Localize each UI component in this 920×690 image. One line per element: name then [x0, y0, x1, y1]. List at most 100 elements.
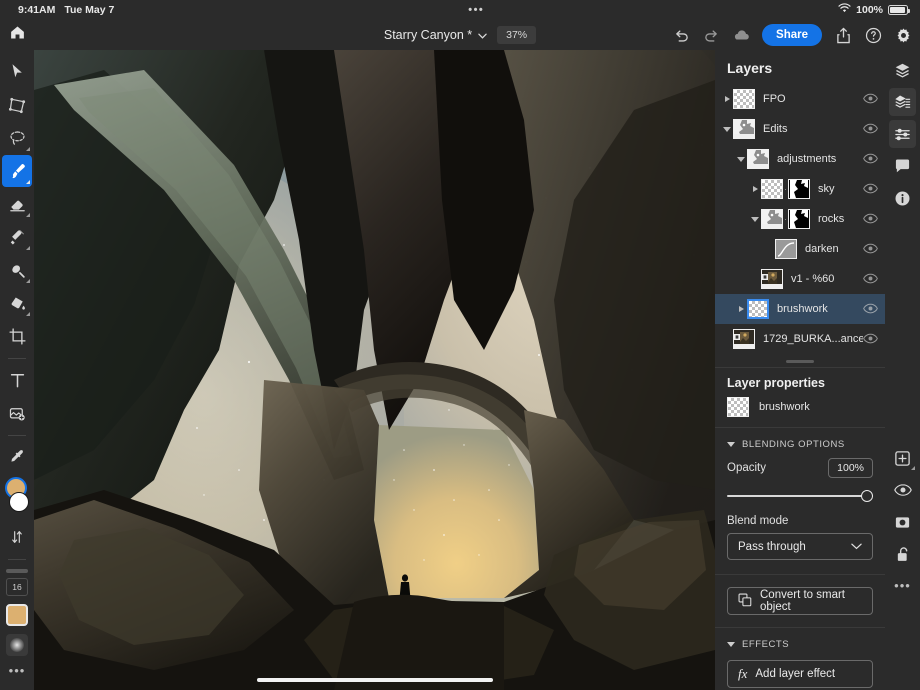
tool-flyout-indicator — [26, 147, 30, 151]
document-title-button[interactable]: Starry Canyon * — [384, 28, 487, 42]
soft-round-brush-icon[interactable] — [6, 634, 28, 656]
eye-visibility-icon[interactable] — [863, 121, 879, 137]
lock-layer-button[interactable] — [889, 540, 916, 568]
layer-properties-toggle[interactable] — [889, 88, 916, 116]
eye-visibility-icon[interactable] — [863, 181, 879, 197]
tool-options-grip[interactable] — [6, 569, 28, 573]
blending-options-section-header[interactable]: BLENDING OPTIONS — [715, 428, 885, 458]
transform-tool[interactable] — [2, 89, 32, 121]
brush-tool[interactable] — [2, 155, 32, 187]
add-square-icon — [894, 450, 911, 467]
opacity-slider[interactable] — [727, 489, 873, 503]
layer-name: rocks — [818, 213, 863, 225]
eye-visibility-icon[interactable] — [863, 271, 879, 287]
eraser-tool[interactable] — [2, 188, 32, 220]
convert-to-smart-object-button[interactable]: Convert to smart object — [727, 587, 873, 615]
tool-flyout-indicator — [26, 213, 30, 217]
color-swatches[interactable] — [2, 477, 32, 519]
disclosure-triangle[interactable] — [721, 84, 733, 114]
chevron-down-icon — [727, 442, 735, 447]
more-horizontal-icon[interactable]: ••• — [9, 666, 26, 676]
redo-button[interactable] — [702, 26, 720, 44]
disclosure-triangle[interactable] — [749, 204, 761, 234]
layer-visibility-button[interactable] — [889, 476, 916, 504]
sliders-icon — [894, 126, 911, 143]
layer-thumbnail[interactable] — [761, 209, 783, 229]
layer-name: adjustments — [777, 153, 863, 165]
disclosure-triangle[interactable] — [735, 294, 747, 324]
layers-panel-toggle[interactable] — [889, 56, 916, 84]
zoom-level-chip[interactable]: 37% — [497, 26, 536, 44]
layer-thumbnail[interactable] — [733, 329, 755, 349]
swap-colors-button[interactable] — [2, 521, 32, 553]
blend-mode-select[interactable]: Pass through — [727, 533, 873, 560]
add-layer-effect-button[interactable]: fx Add layer effect — [727, 660, 873, 688]
eye-visibility-icon[interactable] — [863, 151, 879, 167]
layer-thumbnail[interactable] — [733, 119, 755, 139]
eye-visibility-icon[interactable] — [863, 91, 879, 107]
layer-row-edits[interactable]: Edits — [715, 114, 885, 144]
eye-visibility-icon[interactable] — [863, 241, 879, 257]
active-color-chip[interactable] — [6, 604, 28, 626]
right-rail: ••• — [885, 50, 920, 690]
layer-mask-thumbnail[interactable] — [788, 179, 810, 199]
image-canvas[interactable] — [34, 50, 715, 690]
layer-thumbnail[interactable] — [761, 269, 783, 289]
eye-visibility-icon[interactable] — [863, 301, 879, 317]
fill-tool[interactable] — [2, 287, 32, 319]
layer-row-1729-burka-anced-nr33[interactable]: 1729_BURKA...anced-NR33 — [715, 324, 885, 354]
disclosure-triangle[interactable] — [749, 174, 761, 204]
drag-grip-handle[interactable] — [786, 360, 814, 363]
layer-row-darken[interactable]: darken — [715, 234, 885, 264]
eye-visibility-icon[interactable] — [863, 331, 879, 347]
cloud-sync-button[interactable] — [732, 26, 750, 44]
eyedropper-tool[interactable] — [2, 441, 32, 473]
layer-thumbnail[interactable] — [747, 299, 769, 319]
heal-tool[interactable] — [2, 254, 32, 286]
settings-button[interactable] — [894, 26, 912, 44]
clone-stamp-tool[interactable] — [2, 221, 32, 253]
more-options-button[interactable]: ••• — [889, 572, 916, 600]
share-button[interactable]: Share — [762, 24, 822, 46]
type-tool[interactable] — [2, 364, 32, 396]
layer-thumbnail[interactable] — [747, 149, 769, 169]
eye-visibility-icon[interactable] — [863, 211, 879, 227]
move-tool[interactable] — [2, 56, 32, 88]
adjustments-toggle[interactable] — [889, 120, 916, 148]
layer-row-brushwork[interactable]: brushwork — [715, 294, 885, 324]
undo-button[interactable] — [672, 26, 690, 44]
battery-full-icon — [888, 5, 908, 15]
document-title-text: Starry Canyon * — [384, 28, 472, 42]
help-button[interactable] — [864, 26, 882, 44]
opacity-slider-knob[interactable] — [861, 490, 873, 502]
layer-row-v1-60[interactable]: v1 - %60 — [715, 264, 885, 294]
crop-tool[interactable] — [2, 320, 32, 352]
layer-row-sky[interactable]: ·sky — [715, 174, 885, 204]
layer-name: v1 - %60 — [791, 273, 863, 285]
layer-row-rocks[interactable]: ·rocks — [715, 204, 885, 234]
blend-mode-label: Blend mode — [715, 503, 885, 533]
info-toggle[interactable] — [889, 184, 916, 212]
opacity-slider-track — [727, 495, 873, 497]
disclosure-triangle[interactable] — [721, 114, 733, 144]
layer-name: 1729_BURKA...anced-NR33 — [763, 333, 863, 345]
layer-row-fpo[interactable]: FPO — [715, 84, 885, 114]
layer-row-adjustments[interactable]: adjustments — [715, 144, 885, 174]
export-button[interactable] — [834, 26, 852, 44]
tool-flyout-indicator — [911, 466, 915, 470]
layer-mask-button[interactable] — [889, 508, 916, 536]
comments-toggle[interactable] — [889, 152, 916, 180]
opacity-value-field[interactable]: 100% — [828, 458, 873, 478]
layer-thumbnail[interactable] — [761, 179, 783, 199]
add-layer-button[interactable] — [889, 444, 916, 472]
disclosure-triangle[interactable] — [735, 144, 747, 174]
effects-section-header[interactable]: EFFECTS — [715, 628, 885, 658]
home-indicator[interactable] — [257, 678, 493, 682]
background-color-swatch[interactable] — [9, 492, 29, 512]
layer-mask-thumbnail[interactable] — [788, 209, 810, 229]
layer-thumbnail[interactable] — [775, 239, 797, 259]
brush-size-value[interactable]: 16 — [6, 578, 28, 596]
place-image-tool[interactable] — [2, 397, 32, 429]
layer-thumbnail[interactable] — [733, 89, 755, 109]
lasso-select-tool[interactable] — [2, 122, 32, 154]
